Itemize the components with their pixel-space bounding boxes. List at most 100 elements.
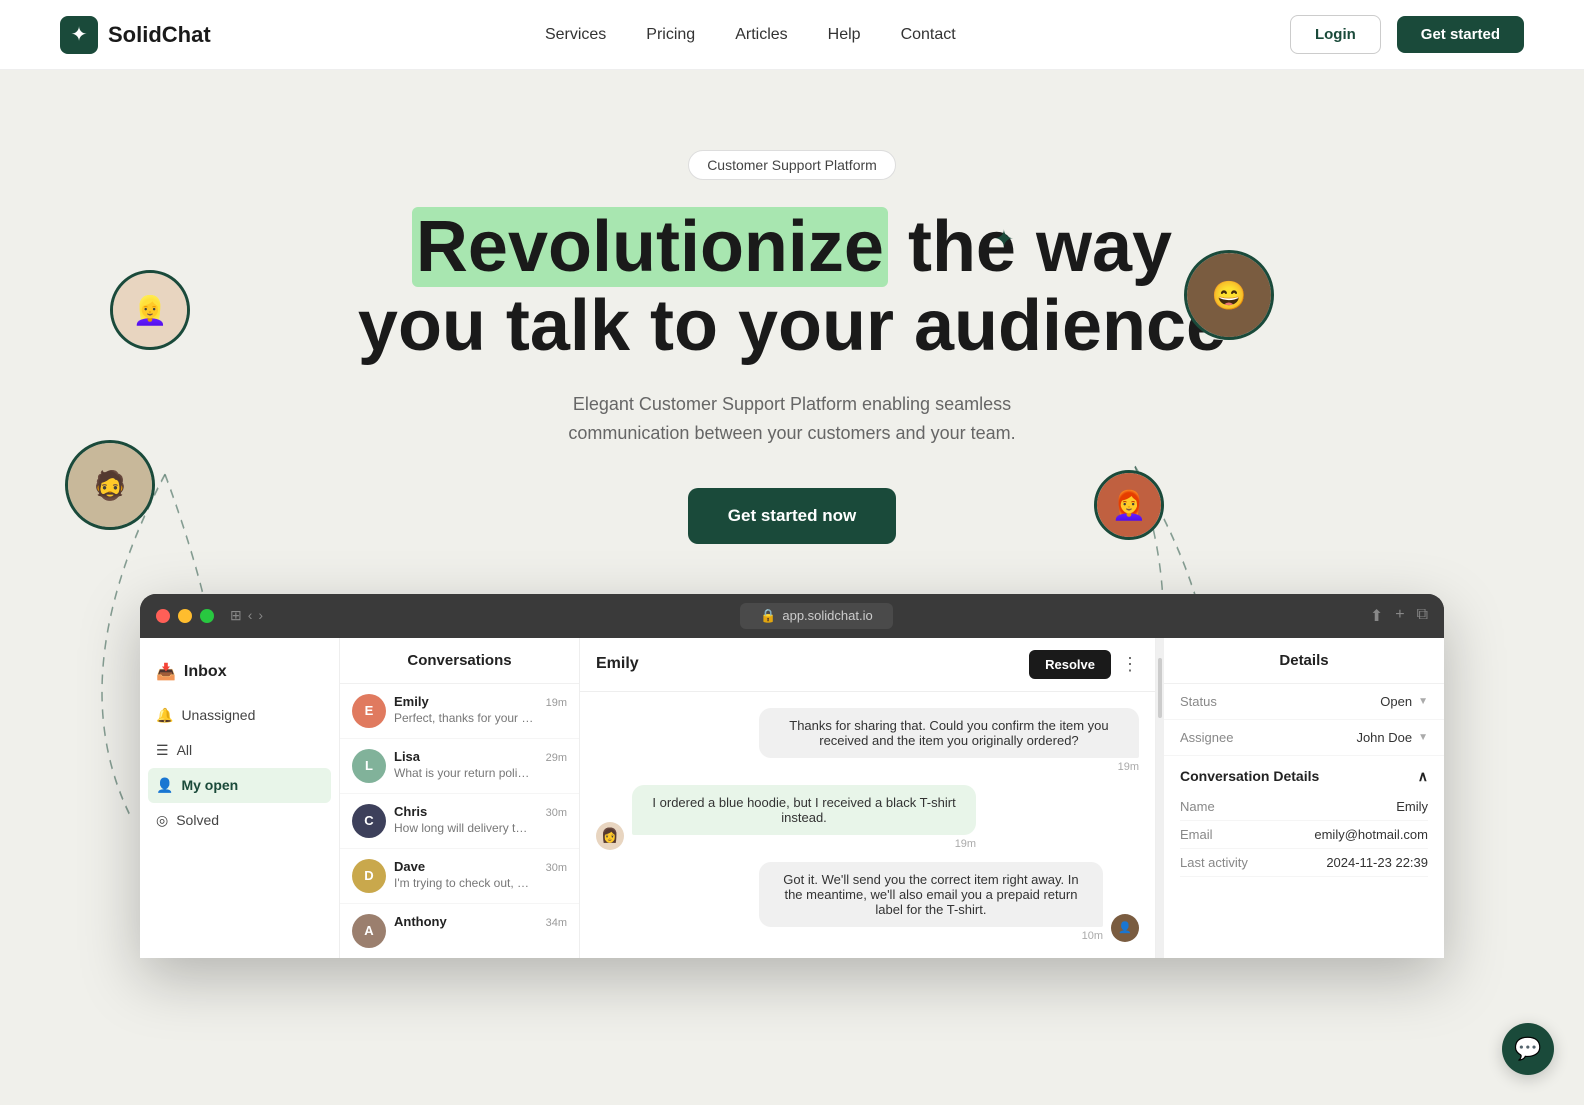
conv-info-dave: Dave 30m I'm trying to check out, but m.… bbox=[394, 859, 567, 893]
conv-time-lisa: 29m bbox=[546, 752, 567, 764]
email-detail-label: Email bbox=[1180, 827, 1213, 842]
nav-contact[interactable]: Contact bbox=[901, 26, 956, 43]
conv-preview-dave: I'm trying to check out, but m... bbox=[394, 876, 534, 890]
avatar-2: 🧔 bbox=[65, 440, 155, 530]
last-activity-row: Last activity 2024-11-23 22:39 bbox=[1180, 849, 1428, 877]
more-options-button[interactable]: ⋮ bbox=[1121, 654, 1139, 675]
conv-item-emily[interactable]: E Emily 19m Perfect, thanks for your hel… bbox=[340, 684, 579, 739]
traffic-light-close[interactable] bbox=[156, 609, 170, 623]
navbar-actions: Login Get started bbox=[1290, 15, 1524, 54]
message-1: Thanks for sharing that. Could you confi… bbox=[759, 708, 1139, 773]
message-2: 👩 I ordered a blue hoodie, but I receive… bbox=[596, 785, 976, 850]
app-screenshot: ⊞ ‹ › 🔒 app.solidchat.io ⬆ + ⧉ bbox=[60, 594, 1524, 958]
new-tab-icon[interactable]: + bbox=[1395, 606, 1404, 626]
traffic-light-maximize[interactable] bbox=[200, 609, 214, 623]
status-label: Status bbox=[1180, 694, 1217, 709]
message-2-text: I ordered a blue hoodie, but I received … bbox=[652, 795, 955, 825]
nav-help[interactable]: Help bbox=[828, 26, 861, 43]
app-content: 📥 Inbox 🔔 Unassigned ☰ All 👤 My open bbox=[140, 638, 1444, 958]
nav-articles[interactable]: Articles bbox=[735, 26, 787, 43]
share-icon[interactable]: ⬆ bbox=[1370, 606, 1383, 626]
sidebar-myopen-label: My open bbox=[181, 777, 238, 793]
app-window: ⊞ ‹ › 🔒 app.solidchat.io ⬆ + ⧉ bbox=[140, 594, 1444, 958]
nav-forward-icon[interactable]: › bbox=[258, 607, 263, 624]
chat-contact-name: Emily bbox=[596, 655, 639, 673]
name-detail-value: Emily bbox=[1396, 799, 1428, 814]
conv-name-lisa: Lisa bbox=[394, 749, 420, 764]
name-detail-label: Name bbox=[1180, 799, 1215, 814]
conv-details-header: Conversation Details ∧ bbox=[1180, 768, 1428, 785]
inbox-header: 📥 Inbox bbox=[140, 654, 339, 698]
message-1-bubble: Thanks for sharing that. Could you confi… bbox=[759, 708, 1139, 758]
traffic-light-minimize[interactable] bbox=[178, 609, 192, 623]
chat-header: Emily Resolve ⋮ bbox=[580, 638, 1155, 692]
lock-icon: 🔒 bbox=[760, 608, 776, 624]
sparkle-decoration: ✦ bbox=[994, 225, 1014, 254]
titlebar-controls: ⊞ ‹ › bbox=[230, 607, 263, 624]
conv-avatar-emily: E bbox=[352, 694, 386, 728]
conv-avatar-chris: C bbox=[352, 804, 386, 838]
hero-badge: Customer Support Platform bbox=[688, 150, 896, 180]
sidebar-item-myopen[interactable]: 👤 My open bbox=[148, 768, 331, 803]
logo-icon: ✦ bbox=[60, 16, 98, 54]
conv-item-anthony[interactable]: A Anthony 34m bbox=[340, 904, 579, 958]
nav-services[interactable]: Services bbox=[545, 26, 606, 43]
message-2-time: 19m bbox=[632, 838, 976, 850]
get-started-nav-button[interactable]: Get started bbox=[1397, 16, 1524, 53]
sidebar-item-solved[interactable]: ◎ Solved bbox=[140, 803, 339, 838]
all-icon: ☰ bbox=[156, 742, 169, 759]
hero-subtitle: Elegant Customer Support Platform enabli… bbox=[542, 390, 1042, 448]
conv-avatar-lisa: L bbox=[352, 749, 386, 783]
nav-back-icon[interactable]: ‹ bbox=[248, 607, 253, 624]
customer-avatar-small: 👩 bbox=[596, 822, 624, 850]
hero-title: Revolutionize the way you talk to your a… bbox=[342, 208, 1242, 366]
sidebar-unassigned-label: Unassigned bbox=[181, 707, 255, 723]
email-detail-value: emily@hotmail.com bbox=[1314, 827, 1428, 842]
nav-pricing[interactable]: Pricing bbox=[646, 26, 695, 43]
status-value: Open bbox=[1380, 694, 1412, 709]
hero-title-highlight: Revolutionize bbox=[412, 207, 888, 287]
assignee-chevron-icon: ▼ bbox=[1418, 732, 1428, 743]
conversation-details-section: Conversation Details ∧ Name Emily Email … bbox=[1164, 756, 1444, 883]
assignee-label: Assignee bbox=[1180, 730, 1233, 745]
details-panel: Details Status Open ▼ Assignee John Doe … bbox=[1164, 638, 1444, 958]
conv-time-emily: 19m bbox=[546, 697, 567, 709]
conv-preview-emily: Perfect, thanks for your help! bbox=[394, 711, 534, 725]
conv-time-chris: 30m bbox=[546, 807, 567, 819]
name-detail-row: Name Emily bbox=[1180, 793, 1428, 821]
main-nav: Services Pricing Articles Help Contact bbox=[545, 26, 956, 44]
message-3-bubble: Got it. We'll send you the correct item … bbox=[759, 862, 1103, 927]
chat-widget[interactable]: 💬 bbox=[1502, 1023, 1554, 1075]
url-bar[interactable]: 🔒 app.solidchat.io bbox=[740, 603, 893, 629]
chat-scrollbar[interactable] bbox=[1156, 638, 1164, 958]
assignee-value-row[interactable]: John Doe ▼ bbox=[1356, 730, 1428, 745]
conv-item-chris[interactable]: C Chris 30m How long will delivery take … bbox=[340, 794, 579, 849]
conv-avatar-dave: D bbox=[352, 859, 386, 893]
sidebar-item-unassigned[interactable]: 🔔 Unassigned bbox=[140, 698, 339, 733]
assignee-value: John Doe bbox=[1356, 730, 1412, 745]
chat-widget-icon: 💬 bbox=[1514, 1036, 1541, 1062]
logo[interactable]: ✦ SolidChat bbox=[60, 16, 211, 54]
message-3-time: 10m bbox=[759, 930, 1103, 942]
sidebar-solved-label: Solved bbox=[176, 812, 219, 828]
details-header: Details bbox=[1164, 638, 1444, 684]
conv-item-lisa[interactable]: L Lisa 29m What is your return policy fo… bbox=[340, 739, 579, 794]
resolve-button[interactable]: Resolve bbox=[1029, 650, 1111, 679]
status-value-row[interactable]: Open ▼ bbox=[1380, 694, 1428, 709]
conv-name-anthony: Anthony bbox=[394, 914, 447, 929]
login-button[interactable]: Login bbox=[1290, 15, 1381, 54]
inbox-icon: 📥 bbox=[156, 662, 176, 682]
hero-section: 👱‍♀️ 🧔 😄 👩‍🦰 ✦ Customer Support Platform… bbox=[0, 70, 1584, 958]
app-sidebar: 📥 Inbox 🔔 Unassigned ☰ All 👤 My open bbox=[140, 638, 340, 958]
conv-info-chris: Chris 30m How long will delivery take to… bbox=[394, 804, 567, 838]
sidebar-item-all[interactable]: ☰ All bbox=[140, 733, 339, 768]
assignee-row: Assignee John Doe ▼ bbox=[1164, 720, 1444, 756]
sidebar-toggle-icon[interactable]: ⊞ bbox=[230, 607, 242, 624]
tabs-icon[interactable]: ⧉ bbox=[1417, 606, 1428, 626]
chat-messages: Thanks for sharing that. Could you confi… bbox=[580, 692, 1155, 958]
window-titlebar: ⊞ ‹ › 🔒 app.solidchat.io ⬆ + ⧉ bbox=[140, 594, 1444, 638]
conv-item-dave[interactable]: D Dave 30m I'm trying to check out, but … bbox=[340, 849, 579, 904]
message-1-time: 19m bbox=[759, 761, 1139, 773]
conv-details-collapse-icon[interactable]: ∧ bbox=[1418, 768, 1428, 785]
hero-cta-button[interactable]: Get started now bbox=[688, 488, 896, 544]
